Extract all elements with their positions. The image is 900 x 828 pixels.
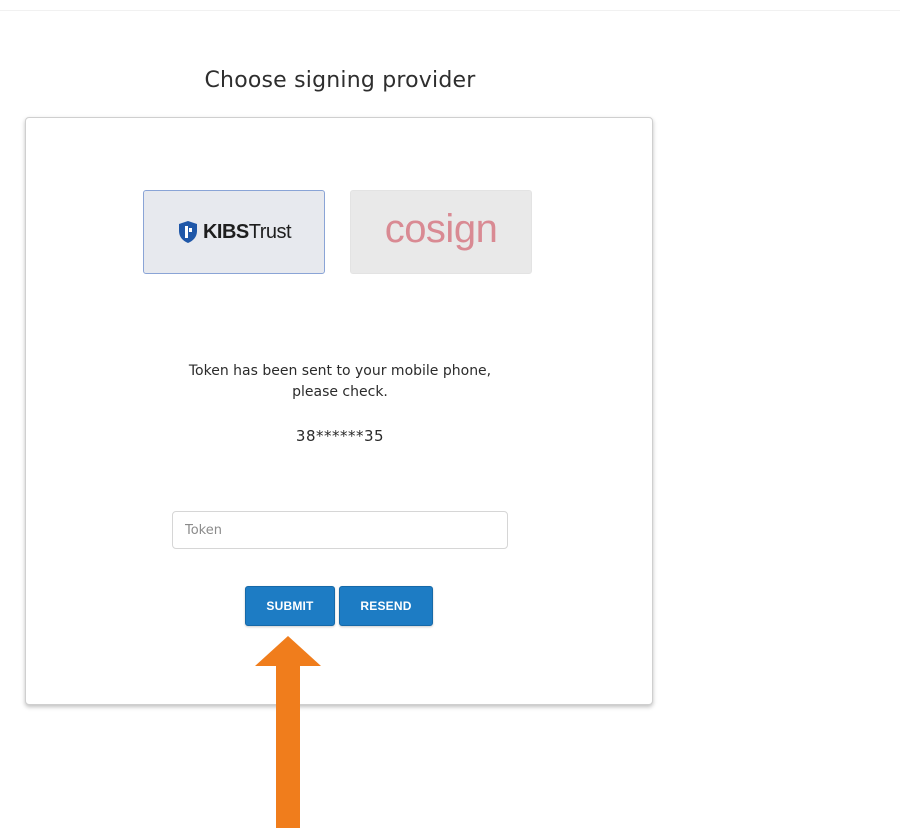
- cosign-logo: cosign: [384, 207, 498, 251]
- submit-button[interactable]: SUBMIT: [245, 586, 335, 626]
- token-sent-message: Token has been sent to your mobile phone…: [188, 363, 492, 400]
- token-input[interactable]: [172, 511, 508, 549]
- shield-icon: [178, 221, 197, 243]
- kibs-logo-regular-text: Trust: [248, 220, 292, 243]
- signing-provider-card: KIBSTrust cosign Token has been sent to …: [25, 117, 653, 705]
- provider-kibstrust-button[interactable]: KIBSTrust: [143, 190, 325, 274]
- arrow-up-icon: [255, 636, 321, 828]
- kibstrust-logo: KIBSTrust: [177, 220, 292, 244]
- page-title: Choose signing provider: [204, 68, 476, 93]
- provider-cosign-button[interactable]: cosign: [350, 190, 532, 274]
- masked-phone-number: 38******35: [295, 427, 385, 445]
- top-divider: [0, 10, 900, 11]
- kibs-logo-bold-text: KIBS: [202, 220, 249, 243]
- resend-button[interactable]: RESEND: [339, 586, 433, 626]
